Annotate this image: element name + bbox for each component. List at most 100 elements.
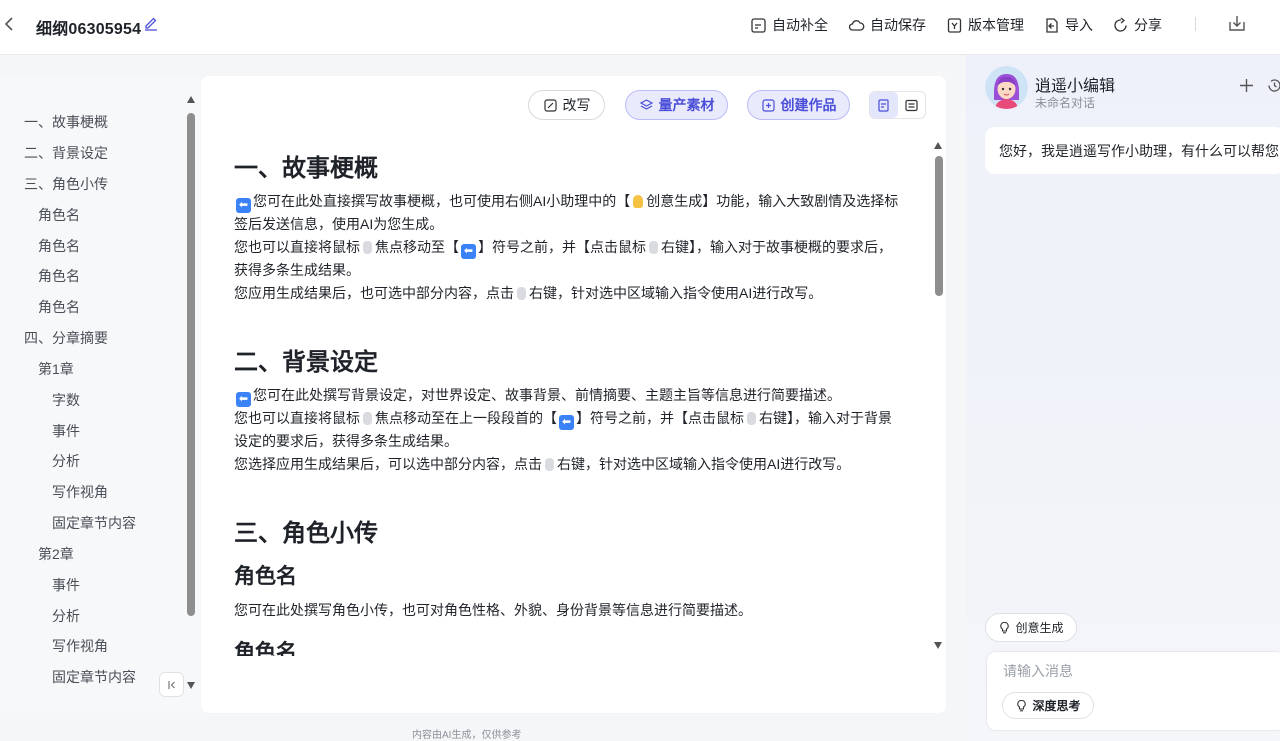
outline-item-section-1[interactable]: 一、故事梗概 bbox=[24, 112, 108, 132]
ai-disclaimer: 内容由AI生成，仅供参考 bbox=[412, 730, 522, 741]
arrow-left-icon: ⬅ bbox=[236, 392, 251, 407]
outline-item-fixed-content[interactable]: 固定章节内容 bbox=[52, 667, 136, 687]
lightbulb-icon bbox=[633, 195, 644, 208]
import-icon bbox=[1046, 17, 1058, 33]
deep-think-button[interactable]: 深度思考 bbox=[1002, 692, 1094, 719]
autocomplete-icon bbox=[751, 17, 766, 33]
deep-think-label: 深度思考 bbox=[1032, 699, 1081, 713]
outline-item-section-2[interactable]: 二、背景设定 bbox=[24, 143, 108, 163]
autosave-label: 自动保存 bbox=[870, 17, 926, 33]
paragraph-background: ⬅ 您可在此处撰写背景设定，对世界设定、故事背景、前情摘要、主题主旨等信息进行简要… bbox=[234, 387, 892, 472]
outline-item-word-count[interactable]: 字数 bbox=[52, 390, 80, 410]
outline-item-role[interactable]: 角色名 bbox=[38, 236, 80, 256]
top-bar: 细纲06305954 自动补全 自动保存 版本管理 导入 分享 bbox=[0, 0, 1280, 55]
editor-scrollbar[interactable] bbox=[935, 156, 943, 296]
create-work-button[interactable]: 创建作品 bbox=[747, 90, 850, 120]
assistant-name: 逍遥小编辑 bbox=[1035, 78, 1116, 95]
collapse-icon bbox=[167, 680, 175, 689]
outline-item-perspective[interactable]: 写作视角 bbox=[52, 482, 108, 502]
version-label: 版本管理 bbox=[968, 17, 1024, 33]
outline-scrollbar[interactable] bbox=[187, 113, 195, 616]
outline-item-fixed-content[interactable]: 固定章节内容 bbox=[52, 513, 136, 533]
editor-scroll-down[interactable] bbox=[934, 642, 942, 649]
heading-background: 二、背景设定 bbox=[234, 349, 378, 376]
outline-item-perspective[interactable]: 写作视角 bbox=[52, 636, 108, 656]
import-button[interactable]: 导入 bbox=[1043, 14, 1093, 36]
card-icon bbox=[905, 99, 918, 111]
mouse-icon bbox=[747, 412, 756, 425]
document-view-tab[interactable] bbox=[870, 92, 898, 118]
document-icon bbox=[878, 98, 889, 112]
outline-item-analysis[interactable]: 分析 bbox=[52, 451, 80, 471]
heading-story-summary: 一、故事梗概 bbox=[234, 155, 378, 182]
outline-item-chapter-2[interactable]: 第2章 bbox=[38, 544, 74, 564]
mass-material-label: 量产素材 bbox=[658, 97, 715, 113]
mouse-icon bbox=[517, 287, 526, 300]
toolbar-divider bbox=[1195, 17, 1196, 31]
outline-item-role[interactable]: 角色名 bbox=[38, 297, 80, 317]
editor-panel: 改写 量产素材 创建作品 一、故事梗概 ⬅ 您可在此处直接撰写故事梗概，也可使用… bbox=[201, 76, 946, 713]
assistant-greeting: 您好，我是逍遥写作小助理，有什么可以帮您 bbox=[985, 127, 1280, 174]
outline-item-section-3[interactable]: 三、角色小传 bbox=[24, 174, 108, 194]
chat-input[interactable] bbox=[1003, 660, 1273, 682]
conversation-name: 未命名对话 bbox=[1035, 96, 1096, 110]
history-icon[interactable] bbox=[1266, 77, 1280, 94]
download-icon[interactable] bbox=[1227, 13, 1247, 33]
doc-title: 细纲06305954 bbox=[36, 21, 142, 38]
collapse-outline-button[interactable] bbox=[159, 672, 184, 697]
document-content[interactable]: 一、故事梗概 ⬅ 您可在此处直接撰写故事梗概，也可使用右侧AI小助理中的【 创意生成… bbox=[234, 136, 899, 656]
chat-input-box: 深度思考 bbox=[986, 651, 1280, 731]
outline-item-events[interactable]: 事件 bbox=[52, 421, 80, 441]
assistant-panel: 逍遥小编辑 未命名对话 您好，我是逍遥写作小助理，有什么可以帮您 创意生成 深度… bbox=[966, 55, 1280, 741]
mouse-icon bbox=[649, 241, 658, 254]
rewrite-icon bbox=[543, 98, 557, 112]
new-chat-icon[interactable] bbox=[1238, 77, 1255, 94]
mouse-icon bbox=[545, 458, 554, 471]
mouse-icon bbox=[363, 241, 372, 254]
outline-panel: 一、故事梗概 二、背景设定 三、角色小传 角色名 角色名 角色名 角色名 四、分… bbox=[0, 76, 200, 713]
card-view-tab[interactable] bbox=[898, 92, 926, 118]
outline-item-events[interactable]: 事件 bbox=[52, 575, 80, 595]
editor-scroll-up[interactable] bbox=[934, 142, 942, 149]
import-label: 导入 bbox=[1065, 17, 1093, 33]
autocomplete-button[interactable]: 自动补全 bbox=[750, 14, 828, 36]
paragraph-story-summary: ⬅ 您可在此处直接撰写故事梗概，也可使用右侧AI小助理中的【 创意生成】功能，输入大… bbox=[234, 193, 899, 301]
version-icon bbox=[947, 17, 962, 33]
arrow-left-icon: ⬅ bbox=[236, 198, 251, 213]
outline-item-role[interactable]: 角色名 bbox=[38, 205, 80, 225]
view-toggle bbox=[869, 91, 926, 119]
lightbulb-icon bbox=[1000, 621, 1010, 634]
paragraph-role: 您可在此处撰写角色小传，也可对角色性格、外貌、身份背景等信息进行简要描述。 bbox=[234, 602, 752, 618]
share-icon bbox=[1114, 17, 1127, 32]
outline-scroll-down[interactable] bbox=[187, 682, 195, 689]
heading-role: 角色名 bbox=[234, 641, 297, 656]
creative-generate-button[interactable]: 创意生成 bbox=[985, 613, 1077, 642]
assistant-avatar bbox=[985, 66, 1028, 109]
outline-item-analysis[interactable]: 分析 bbox=[52, 606, 80, 626]
layers-icon bbox=[639, 98, 653, 110]
autocomplete-label: 自动补全 bbox=[772, 17, 828, 33]
outline-item-role[interactable]: 角色名 bbox=[38, 266, 80, 286]
back-icon[interactable] bbox=[2, 13, 16, 35]
edit-title-icon[interactable] bbox=[143, 15, 159, 31]
mouse-icon bbox=[363, 412, 372, 425]
autosave-button[interactable]: 自动保存 bbox=[848, 14, 926, 36]
create-work-label: 创建作品 bbox=[780, 97, 837, 113]
arrow-left-icon: ⬅ bbox=[461, 244, 476, 259]
deep-think-icon bbox=[1017, 699, 1027, 712]
heading-characters: 三、角色小传 bbox=[234, 520, 378, 547]
rewrite-label: 改写 bbox=[562, 97, 591, 113]
creative-generate-label: 创意生成 bbox=[1015, 621, 1064, 635]
arrow-left-icon: ⬅ bbox=[559, 415, 574, 430]
cloud-icon bbox=[848, 19, 865, 31]
heading-role: 角色名 bbox=[234, 565, 297, 588]
outline-item-chapter-1[interactable]: 第1章 bbox=[38, 359, 74, 379]
outline-scroll-up[interactable] bbox=[187, 96, 195, 103]
outline-item-section-4[interactable]: 四、分章摘要 bbox=[24, 328, 108, 348]
rewrite-button[interactable]: 改写 bbox=[528, 90, 605, 120]
plus-square-icon bbox=[761, 98, 775, 112]
share-label: 分享 bbox=[1134, 17, 1162, 33]
mass-material-button[interactable]: 量产素材 bbox=[625, 90, 728, 120]
version-button[interactable]: 版本管理 bbox=[946, 14, 1024, 36]
share-button[interactable]: 分享 bbox=[1112, 14, 1162, 36]
